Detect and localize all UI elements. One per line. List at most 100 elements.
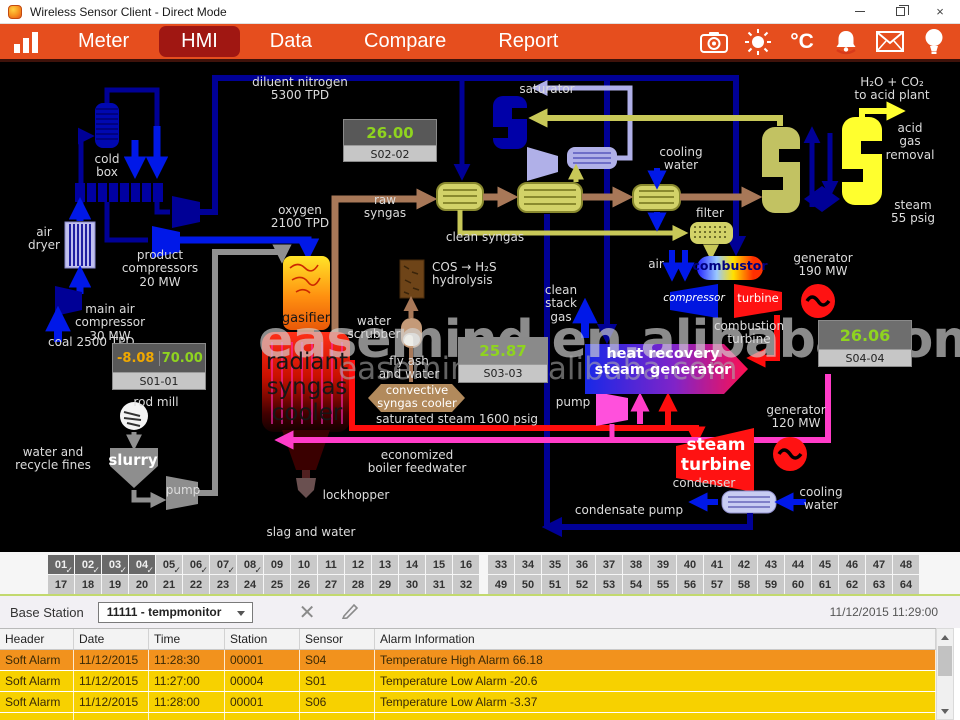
- station-cell-53[interactable]: 53: [596, 575, 622, 594]
- station-cell-56[interactable]: 56: [677, 575, 703, 594]
- station-cell-01[interactable]: 01✓: [48, 555, 74, 574]
- alarm-row[interactable]: [0, 713, 936, 720]
- nav-item-report[interactable]: Report: [476, 26, 580, 57]
- base-station-dropdown[interactable]: 11111 - tempmonitor: [98, 602, 253, 623]
- station-cell-02[interactable]: 02✓: [75, 555, 101, 574]
- station-cell-15[interactable]: 15: [426, 555, 452, 574]
- mail-envelope-icon[interactable]: [874, 28, 906, 56]
- station-cell-11[interactable]: 11: [318, 555, 344, 574]
- brightness-sun-icon[interactable]: [742, 28, 774, 56]
- station-cell-39[interactable]: 39: [650, 555, 676, 574]
- station-cell-35[interactable]: 35: [542, 555, 568, 574]
- station-cell-50[interactable]: 50: [515, 575, 541, 594]
- station-cell-28[interactable]: 28: [345, 575, 371, 594]
- station-cell-45[interactable]: 45: [812, 555, 838, 574]
- station-cell-62[interactable]: 62: [839, 575, 865, 594]
- sensor-display-s02[interactable]: 26.00 S02-02: [343, 119, 437, 162]
- station-cell-25[interactable]: 25: [264, 575, 290, 594]
- station-cell-23[interactable]: 23: [210, 575, 236, 594]
- column-header-time[interactable]: Time: [149, 629, 225, 649]
- station-cell-27[interactable]: 27: [318, 575, 344, 594]
- station-cell-38[interactable]: 38: [623, 555, 649, 574]
- station-cell-55[interactable]: 55: [650, 575, 676, 594]
- label-cooling-water-bottom: cooling water: [799, 486, 842, 513]
- tip-bulb-icon[interactable]: [918, 28, 950, 56]
- station-cell-03[interactable]: 03✓: [102, 555, 128, 574]
- close-button[interactable]: ×: [920, 0, 960, 23]
- sensor-display-s01[interactable]: -8.08 70.00 S01-01: [112, 343, 206, 390]
- nav-item-data[interactable]: Data: [248, 26, 334, 57]
- station-cell-34[interactable]: 34: [515, 555, 541, 574]
- station-cell-08[interactable]: 08✓: [237, 555, 263, 574]
- alarm-table-scrollbar[interactable]: [936, 628, 954, 720]
- station-cell-21[interactable]: 21: [156, 575, 182, 594]
- nav-item-compare[interactable]: Compare: [342, 26, 468, 57]
- minimize-button[interactable]: [840, 0, 880, 23]
- delete-icon[interactable]: ✕: [299, 600, 316, 625]
- station-cell-48[interactable]: 48: [893, 555, 919, 574]
- station-cell-54[interactable]: 54: [623, 575, 649, 594]
- station-cell-13[interactable]: 13: [372, 555, 398, 574]
- alarm-row[interactable]: Soft Alarm11/12/201511:28:3000001S04Temp…: [0, 650, 936, 671]
- station-cell-30[interactable]: 30: [399, 575, 425, 594]
- station-cell-43[interactable]: 43: [758, 555, 784, 574]
- station-cell-14[interactable]: 14: [399, 555, 425, 574]
- station-cell-20[interactable]: 20: [129, 575, 155, 594]
- sensor-display-s04[interactable]: 26.06 S04-04: [818, 320, 912, 367]
- edit-pencil-icon[interactable]: [341, 601, 361, 624]
- temperature-unit-icon[interactable]: °C: [786, 28, 818, 56]
- nav-item-hmi[interactable]: HMI: [159, 26, 240, 57]
- nav-item-meter[interactable]: Meter: [56, 26, 151, 57]
- alarm-row[interactable]: Soft Alarm11/12/201511:27:0000004S01Temp…: [0, 671, 936, 692]
- column-header-station[interactable]: Station: [225, 629, 300, 649]
- station-cell-46[interactable]: 46: [839, 555, 865, 574]
- station-cell-42[interactable]: 42: [731, 555, 757, 574]
- snapshot-camera-icon[interactable]: [698, 28, 730, 56]
- station-cell-41[interactable]: 41: [704, 555, 730, 574]
- station-cell-18[interactable]: 18: [75, 575, 101, 594]
- station-cell-32[interactable]: 32: [453, 575, 479, 594]
- station-cell-29[interactable]: 29: [372, 575, 398, 594]
- station-cell-05[interactable]: 05✓: [156, 555, 182, 574]
- station-cell-16[interactable]: 16: [453, 555, 479, 574]
- station-cell-40[interactable]: 40: [677, 555, 703, 574]
- station-cell-10[interactable]: 10: [291, 555, 317, 574]
- station-cell-44[interactable]: 44: [785, 555, 811, 574]
- column-header-header[interactable]: Header: [0, 629, 74, 649]
- station-cell-24[interactable]: 24: [237, 575, 263, 594]
- station-cell-19[interactable]: 19: [102, 575, 128, 594]
- column-header-alarm-information[interactable]: Alarm Information: [375, 629, 936, 649]
- station-cell-26[interactable]: 26: [291, 575, 317, 594]
- station-cell-60[interactable]: 60: [785, 575, 811, 594]
- station-cell-61[interactable]: 61: [812, 575, 838, 594]
- station-cell-57[interactable]: 57: [704, 575, 730, 594]
- alarm-bell-icon[interactable]: [830, 28, 862, 56]
- scroll-up-button[interactable]: [937, 629, 953, 645]
- station-cell-12[interactable]: 12: [345, 555, 371, 574]
- station-cell-31[interactable]: 31: [426, 575, 452, 594]
- station-cell-47[interactable]: 47: [866, 555, 892, 574]
- station-cell-09[interactable]: 09: [264, 555, 290, 574]
- alarm-row[interactable]: Soft Alarm11/12/201511:28:0000001S06Temp…: [0, 692, 936, 713]
- station-cell-58[interactable]: 58: [731, 575, 757, 594]
- station-cell-33[interactable]: 33: [488, 555, 514, 574]
- station-cell-07[interactable]: 07✓: [210, 555, 236, 574]
- column-header-date[interactable]: Date: [74, 629, 149, 649]
- column-header-sensor[interactable]: Sensor: [300, 629, 375, 649]
- station-cell-22[interactable]: 22: [183, 575, 209, 594]
- station-cell-59[interactable]: 59: [758, 575, 784, 594]
- sensor-display-s03[interactable]: 25.87 S03-03: [458, 337, 548, 383]
- station-cell-64[interactable]: 64: [893, 575, 919, 594]
- station-cell-04[interactable]: 04✓: [129, 555, 155, 574]
- scroll-down-button[interactable]: [937, 703, 953, 719]
- scrollbar-thumb[interactable]: [938, 646, 952, 676]
- station-cell-63[interactable]: 63: [866, 575, 892, 594]
- station-cell-17[interactable]: 17: [48, 575, 74, 594]
- station-cell-37[interactable]: 37: [596, 555, 622, 574]
- station-cell-52[interactable]: 52: [569, 575, 595, 594]
- restore-button[interactable]: [880, 0, 920, 23]
- station-cell-51[interactable]: 51: [542, 575, 568, 594]
- station-cell-06[interactable]: 06✓: [183, 555, 209, 574]
- station-cell-49[interactable]: 49: [488, 575, 514, 594]
- station-cell-36[interactable]: 36: [569, 555, 595, 574]
